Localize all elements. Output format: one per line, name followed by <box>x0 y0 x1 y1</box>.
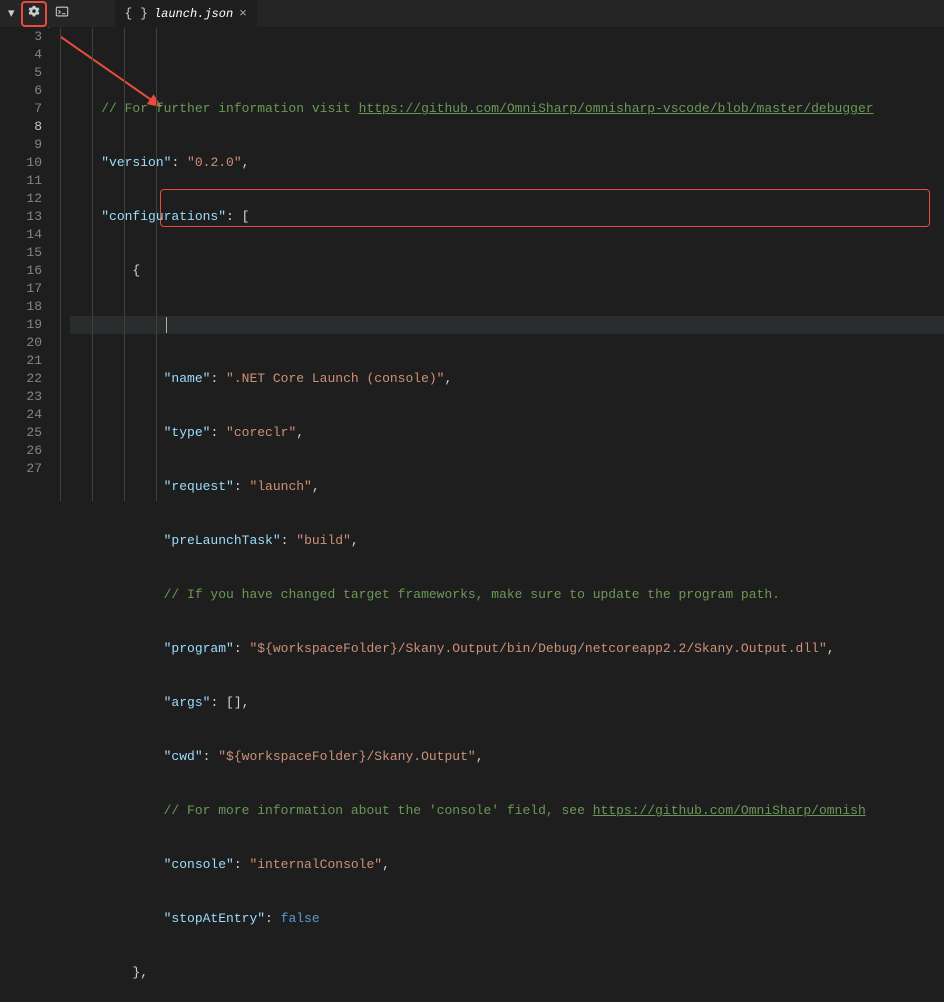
json-key: "stopAtEntry" <box>164 911 265 926</box>
json-key: "version" <box>101 155 171 170</box>
json-value: "${workspaceFolder}/Skany.Output/bin/Deb… <box>249 641 826 656</box>
code-content[interactable]: // For further information visit https:/… <box>60 28 944 501</box>
close-icon[interactable]: × <box>239 6 247 21</box>
tab-title: launch.json <box>154 7 233 21</box>
comment-link[interactable]: https://github.com/OmniSharp/omnish <box>593 803 866 818</box>
json-key: "request" <box>164 479 234 494</box>
comment-text: // If you have changed target frameworks… <box>164 587 780 602</box>
dropdown-caret-icon[interactable]: ▾ <box>4 6 19 21</box>
debug-console-icon[interactable] <box>49 5 75 23</box>
json-key: "name" <box>164 371 211 386</box>
json-value: "internalConsole" <box>249 857 382 872</box>
json-value: false <box>281 911 320 926</box>
json-value: "${workspaceFolder}/Skany.Output" <box>218 749 475 764</box>
json-key: "type" <box>164 425 211 440</box>
json-key: "console" <box>164 857 234 872</box>
text-cursor <box>166 317 167 333</box>
json-value: "launch" <box>249 479 311 494</box>
gear-highlight-box <box>21 1 47 27</box>
tab-launch-json[interactable]: { } launch.json × <box>115 0 257 28</box>
json-key: "preLaunchTask" <box>164 533 281 548</box>
json-value: "coreclr" <box>226 425 296 440</box>
comment-text: // For more information about the 'conso… <box>164 803 593 818</box>
comment-link[interactable]: https://github.com/OmniSharp/omnisharp-v… <box>359 101 874 116</box>
json-key: "cwd" <box>164 749 203 764</box>
json-value: ".NET Core Launch (console)" <box>226 371 444 386</box>
line-number-gutter: 3 4 5 6 7 8 9 10 11 12 13 14 15 16 17 18… <box>0 28 60 501</box>
code-editor[interactable]: 3 4 5 6 7 8 9 10 11 12 13 14 15 16 17 18… <box>0 28 944 501</box>
json-key: "configurations" <box>101 209 226 224</box>
tab-bar: { } launch.json × <box>115 0 257 28</box>
debug-toolbar: ▾ { } launch.json × <box>0 0 944 28</box>
json-value: "build" <box>296 533 351 548</box>
gear-icon[interactable] <box>27 5 41 23</box>
comment-text: // For further information visit <box>70 101 359 116</box>
json-key: "args" <box>164 695 211 710</box>
json-file-icon: { } <box>125 6 148 21</box>
json-value: "0.2.0" <box>187 155 242 170</box>
json-key: "program" <box>164 641 234 656</box>
